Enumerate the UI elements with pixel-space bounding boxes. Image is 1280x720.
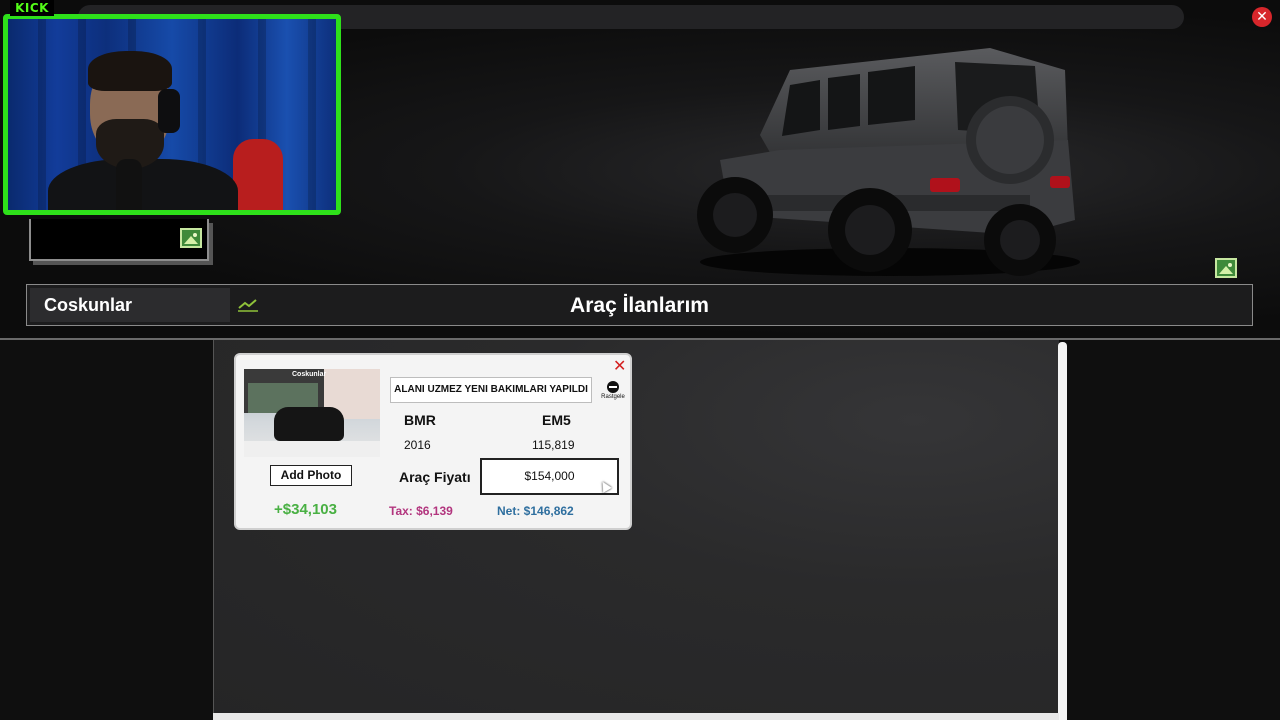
webcam-overlay xyxy=(3,14,341,215)
vehicle-mileage: 115,819 xyxy=(532,438,575,452)
thumb-sign-text: Coskunlar xyxy=(292,371,327,378)
scrollbar[interactable] xyxy=(1058,342,1067,720)
vehicle-render xyxy=(690,40,1090,280)
close-icon[interactable]: ✕ xyxy=(613,358,626,374)
streamer-body xyxy=(48,159,238,210)
headset xyxy=(158,89,180,133)
dice-icon xyxy=(607,381,619,393)
chair xyxy=(233,139,283,210)
vehicle-year: 2016 xyxy=(404,438,431,452)
vehicle-brand: BMR xyxy=(404,412,436,428)
chart-line-icon[interactable] xyxy=(237,297,259,313)
description-field[interactable]: ALANI UZMEZ YENI BAKIMLARI YAPILDI xyxy=(390,377,592,403)
image-icon[interactable] xyxy=(1215,258,1237,278)
logo-image-slot[interactable] xyxy=(29,219,209,261)
header-bar: Araç İlanlarım Coskunlar xyxy=(26,284,1253,326)
panel-bottom-edge xyxy=(213,713,1059,720)
price-input[interactable]: $154,000 xyxy=(480,458,619,495)
random-label: Rastgele xyxy=(601,394,625,400)
vehicle-thumbnail: Coskunlar xyxy=(244,369,380,457)
streamer-hair xyxy=(88,51,172,91)
price-label: Araç Fiyatı xyxy=(399,469,471,485)
vehicle-model: EM5 xyxy=(542,412,571,428)
tax-value: Tax: $6,139 xyxy=(389,504,453,518)
window-close-button[interactable]: ✕ xyxy=(1252,7,1272,27)
microphone xyxy=(116,159,142,210)
kick-badge: KICK xyxy=(10,0,54,16)
profit-value: +$34,103 xyxy=(274,501,337,518)
net-value: Net: $146,862 xyxy=(497,504,574,518)
shop-name: Coskunlar xyxy=(30,288,230,322)
random-button[interactable]: Rastgele xyxy=(596,381,630,403)
add-photo-button[interactable]: Add Photo xyxy=(270,465,352,486)
listing-card: ✕ Coskunlar ALANI UZMEZ YENI BAKIMLARI Y… xyxy=(234,353,632,530)
image-icon[interactable] xyxy=(180,228,202,248)
